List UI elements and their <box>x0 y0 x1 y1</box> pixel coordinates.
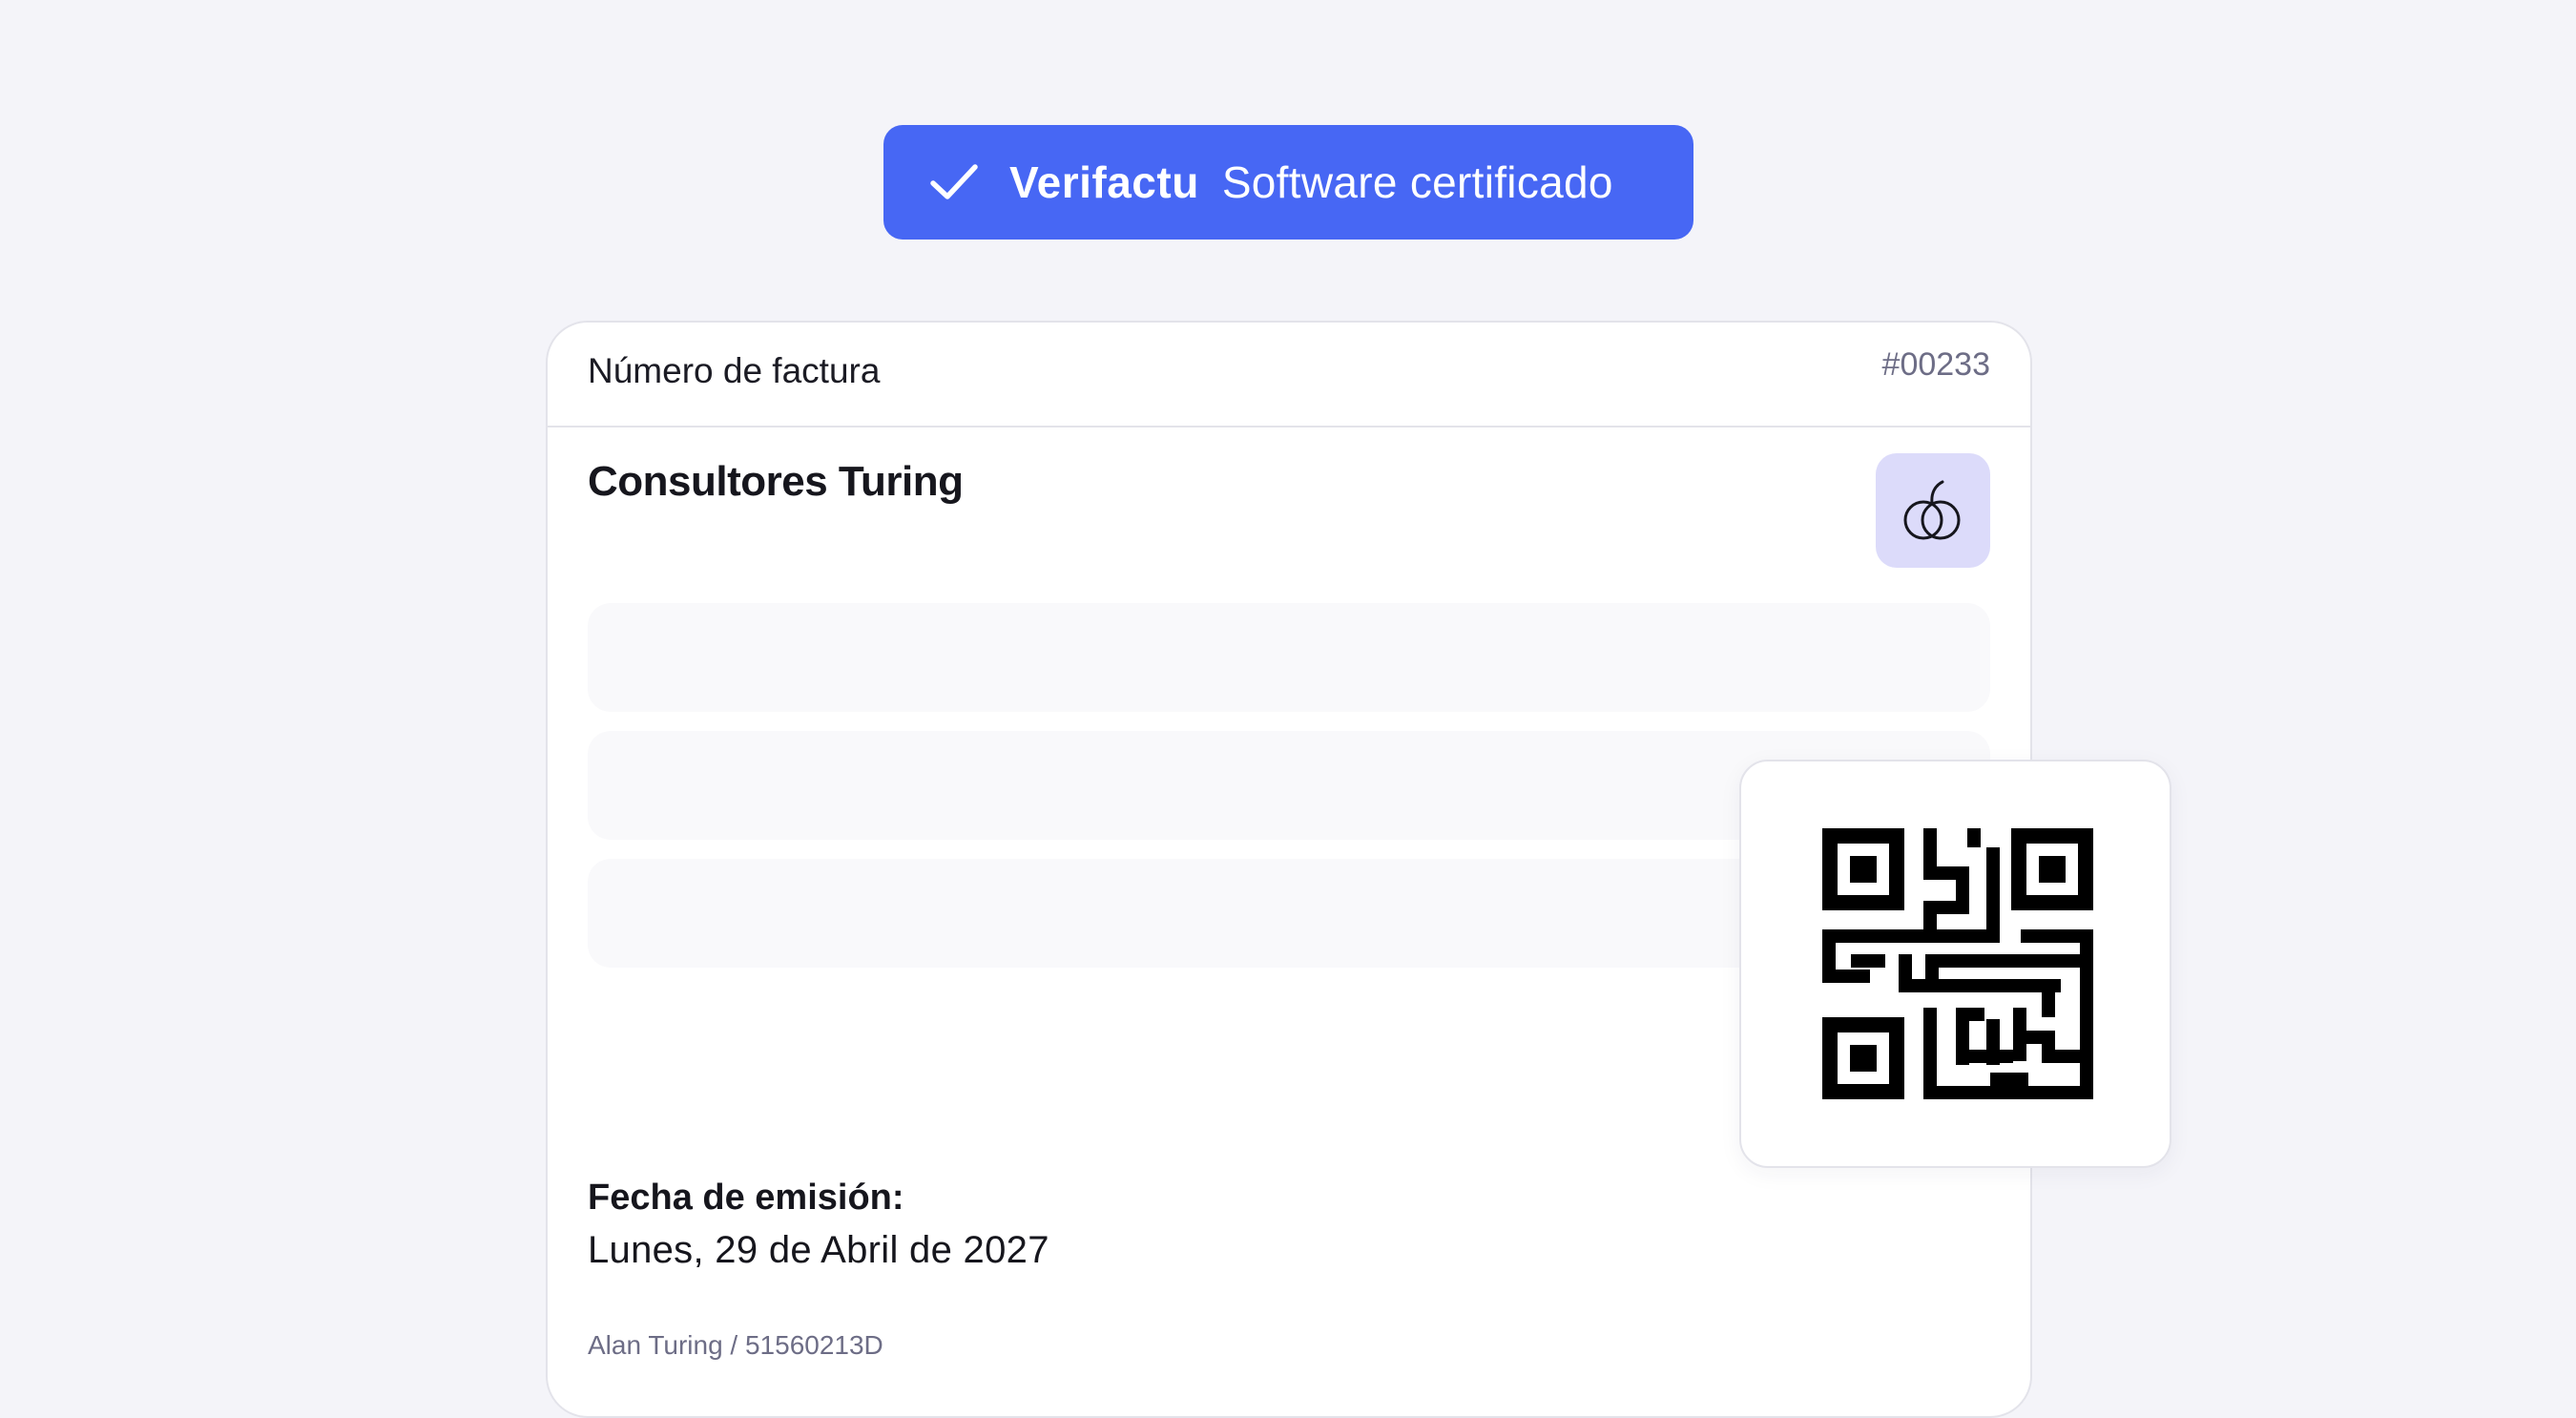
line-item-placeholder <box>588 603 1990 712</box>
badge-brand: Verifactu <box>1009 157 1199 207</box>
qr-card <box>1739 760 2171 1168</box>
check-icon <box>925 154 983 211</box>
invoice-number-label: Número de factura <box>588 351 881 390</box>
badge-tagline: Software certificado <box>1221 157 1613 207</box>
company-logo <box>1876 453 1990 568</box>
invoice-number: #00233 <box>1881 346 1990 383</box>
company-name: Consultores Turing <box>588 458 964 505</box>
owner-id: Alan Turing / 51560213D <box>588 1330 883 1360</box>
invoice-header: Número de factura #00233 <box>548 323 2030 427</box>
issue-date-value: Lunes, 29 de Abril de 2027 <box>588 1229 1049 1271</box>
verifactu-badge: Verifactu Software certificado <box>883 125 1693 240</box>
qr-code-icon <box>1822 828 2093 1099</box>
issue-date-label: Fecha de emisión: <box>588 1178 904 1218</box>
fruit-logo-icon <box>1903 480 1961 540</box>
